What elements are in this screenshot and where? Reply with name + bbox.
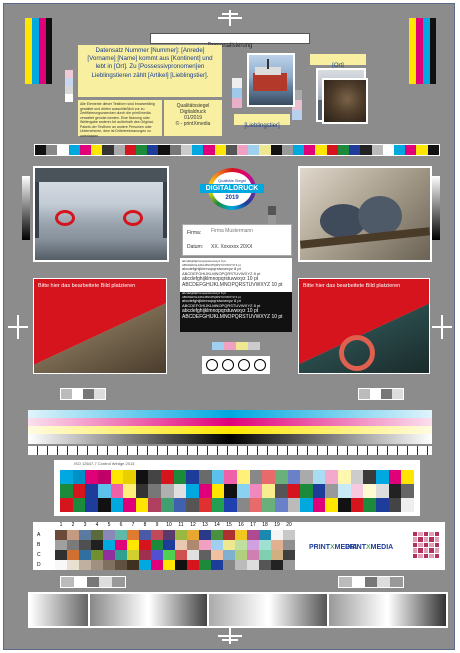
seal-badge-line1: Qualitäts Siegel (217, 178, 246, 183)
monkey-photo (322, 78, 368, 124)
control-bar-top (34, 144, 440, 156)
black-ramp (28, 434, 432, 444)
type-sample-10-upper: ABCDEFGHIJKLMNOPQRSTUVWXYZ 10 pt (182, 282, 283, 288)
cmyk-bar-yellow-tl (25, 18, 32, 84)
birds-photo (298, 166, 432, 262)
firma-label: Firma: (187, 230, 202, 236)
gray-wedge-left (22, 176, 30, 240)
cmyk-bar-yellow-tr (409, 18, 416, 84)
cmyk-bar-black-tr (430, 18, 436, 84)
printxmedia-logo-2: PRINTXMEDIA (345, 544, 394, 551)
swatch-pair-bottom-left (60, 576, 126, 588)
tick-strip (28, 446, 432, 455)
datensatz-text: Datensatz Nummer [Nummer]: [Anrede] [Vor… (87, 47, 213, 79)
personalisierung-header: Personalisierung (150, 33, 310, 49)
swatch-row-mid (212, 342, 260, 350)
registration-mark-left (8, 315, 28, 339)
cmyk-bar-magenta-tl (39, 18, 46, 84)
registration-mark-bottom (218, 628, 242, 644)
qr-pattern (413, 532, 439, 558)
quality-seal-badge: Qualitäts Siegel DIGITALDRUCK 2019 (200, 168, 264, 210)
seal-badge-line2: DIGITALDRUCK (200, 184, 264, 193)
grid-column-numbers: 1 2 3 4 5 6 7 8 9 10 11 12 13 14 15 16 17 18 19 20 (59, 522, 292, 528)
crosshair-row (202, 356, 270, 374)
seal-line-4: © - printXmedia (175, 121, 211, 127)
datensatz-panel: Datensatz Nummer [Nummer]: [Anrede] [Vor… (78, 45, 222, 97)
edit-image-placeholder-left: Bitte hier das bearbeitete Bild platzier… (33, 278, 167, 374)
control-wedge: ISO 12647-7 Control Wedge 2013 (54, 460, 420, 516)
type-sample-panel: abcdefghijklmnopqrstuvwxyz 6 pt ABCDEFGH… (180, 258, 292, 332)
ship-deck-photo (33, 166, 169, 262)
registration-mark-top (218, 10, 242, 26)
edit-image-placeholder-right: Bitte hier das bearbeitete Bild platzier… (298, 278, 430, 374)
yellow-ramp (28, 426, 432, 434)
swatch-pair-bottom-right (338, 576, 404, 588)
cmyk-bar-cyan-tr (423, 18, 430, 84)
gray-wedge-right (432, 176, 440, 240)
swatch-pair-left (60, 388, 106, 400)
control-wedge-row1 (60, 470, 414, 484)
datum-value: XX. Xxxxxxx 20XX (211, 244, 253, 250)
cmyk-bar-magenta-tr (416, 18, 423, 84)
grid-row-labels: A B C D (37, 532, 41, 568)
control-wedge-row3 (60, 498, 414, 512)
cyan-ramp (28, 410, 432, 418)
seal-info-panel: Qualitätssiegel Digitaldruck 01/2019 © -… (164, 100, 222, 136)
gradient-wedge-panel (28, 592, 448, 628)
registration-mark-right (432, 315, 452, 339)
lieblingstier-placeholder: [Lieblingstier] (234, 114, 290, 129)
swatch-pair-right (358, 388, 404, 400)
legal-note-text: Alle Elemente dieser Testform sind brows… (80, 102, 155, 138)
placeholder-left-text: Bitte hier das bearbeitete Bild platzier… (38, 283, 136, 289)
control-wedge-row2 (60, 484, 414, 498)
seal-badge-line3: 2019 (225, 195, 239, 201)
placeholder-right-text: Bitte hier das bearbeitete Bild platzier… (303, 283, 401, 289)
swatch-column-1 (65, 70, 73, 102)
magenta-ramp (28, 418, 432, 426)
ort-placeholder: [Ort] (310, 54, 366, 69)
cmyk-bar-black-tl (46, 18, 52, 84)
datum-label: Datum: (187, 244, 204, 250)
harbor-photo (247, 53, 295, 107)
swatch-column-2 (232, 78, 242, 108)
control-wedge-label: ISO 12647-7 Control Wedge 2013 (74, 461, 135, 466)
firma-value: Firma Mustermann (211, 228, 253, 234)
cmyk-bar-cyan-tl (32, 18, 39, 84)
color-grid-panel: 1 2 3 4 5 6 7 8 9 10 11 12 13 14 15 16 17 18 19 20 A B C D … (33, 522, 445, 570)
company-date-form: Firma: Firma Mustermann Datum: XX. Xxxxx… (182, 224, 292, 256)
type-sample-inverse: abcdefghijklmnopqrstuvwxyz 6 pt ABCDEFGH… (180, 291, 292, 332)
color-grid (55, 530, 295, 570)
legal-note-panel: Alle Elemente dieser Testform sind brows… (78, 100, 162, 138)
